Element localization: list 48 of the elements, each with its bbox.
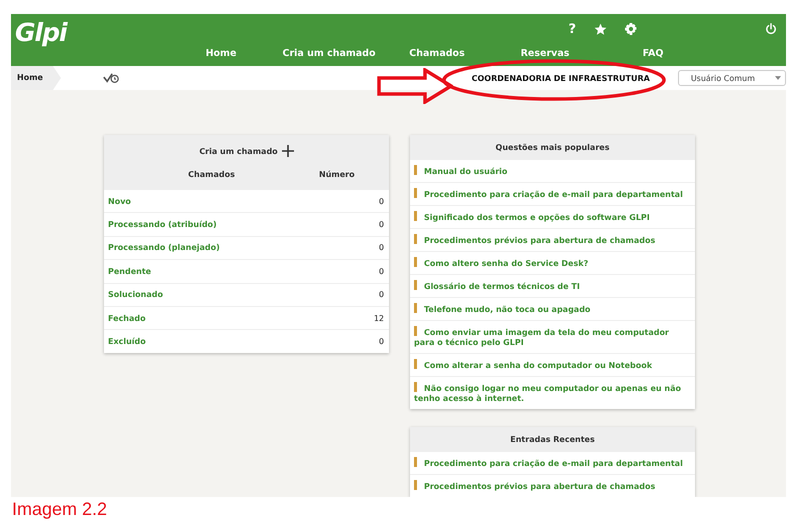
question-link[interactable]: Manual do usuário [414, 165, 691, 177]
question-link[interactable]: Como enviar uma imagem da tela do meu computador para o técnico pelo GLPI [414, 326, 691, 348]
ticket-count: 0 [378, 337, 384, 346]
status-link[interactable]: Pendente [108, 266, 152, 276]
ticket-count: 0 [378, 290, 384, 300]
column-header: Chamados [187, 170, 236, 178]
profile-select[interactable]: Usuário Comum [678, 70, 786, 86]
column-header: Número [319, 170, 356, 178]
status-link[interactable]: Processando (planejado) [108, 243, 220, 252]
status-link[interactable]: Processando (atribuído) [108, 220, 217, 230]
question-link[interactable]: Procedimento para criação de e-mail para departamental [414, 457, 691, 469]
new-ticket-link[interactable]: Cria um chamado [199, 146, 278, 156]
status-link[interactable]: Fechado [108, 314, 146, 323]
question-link[interactable]: Telefone mudo, não toca ou apagado [414, 303, 691, 315]
status-link[interactable]: Excluído [108, 337, 146, 346]
nav-link[interactable]: Cria um chamado [275, 48, 383, 59]
panel-title: Questões mais populares [410, 135, 695, 160]
nav-link[interactable]: Chamados [383, 48, 491, 59]
panel-title: Entradas Recentes [410, 427, 695, 452]
dropdown-caret-icon[interactable] [775, 76, 781, 80]
settings-icon[interactable] [625, 23, 637, 35]
question-link[interactable]: Como altero senha do Service Desk? [414, 257, 691, 269]
figure-caption: Imagem 2.2 [11, 498, 108, 520]
ticket-count: 0 [378, 196, 384, 206]
question-link[interactable]: Procedimentos prévios para abertura de chamados [414, 480, 691, 492]
star-icon[interactable] [594, 22, 607, 36]
status-link[interactable]: Novo [108, 196, 131, 206]
help-icon[interactable]: ? [568, 22, 576, 36]
question-link[interactable]: Significado dos termos e opções do software GLPI [414, 211, 691, 223]
power-icon[interactable] [765, 23, 777, 35]
question-link[interactable]: Como alterar a senha do computador ou Notebook [414, 359, 691, 371]
plus-icon[interactable] [282, 145, 294, 157]
ticket-count: 12 [374, 314, 384, 323]
question-link[interactable]: Procedimento para criação de e-mail para departamental [414, 188, 691, 200]
nav-link[interactable]: FAQ [599, 48, 707, 59]
breadcrumb-home[interactable]: Home [11, 66, 61, 90]
question-link[interactable]: Não consigo logar no meu computador ou apenas eu não tenho acesso à internet. [414, 382, 691, 404]
question-link[interactable]: Procedimentos prévios para abertura de chamados [414, 234, 691, 246]
ticket-count: 0 [378, 243, 384, 252]
nav-link[interactable]: Home [167, 48, 275, 59]
check-clock-icon[interactable] [102, 72, 120, 84]
nav-link[interactable]: Reservas [491, 48, 599, 59]
ticket-count: 0 [378, 266, 384, 276]
entity-name[interactable]: COORDENADORIA DE INFRAESTRUTURA [472, 74, 650, 82]
ticket-count: 0 [378, 220, 384, 230]
glpi-logo[interactable]: Glpi [11, 14, 165, 66]
question-link[interactable]: Glossário de termos técnicos de TI [414, 280, 691, 292]
status-link[interactable]: Solucionado [108, 290, 163, 300]
